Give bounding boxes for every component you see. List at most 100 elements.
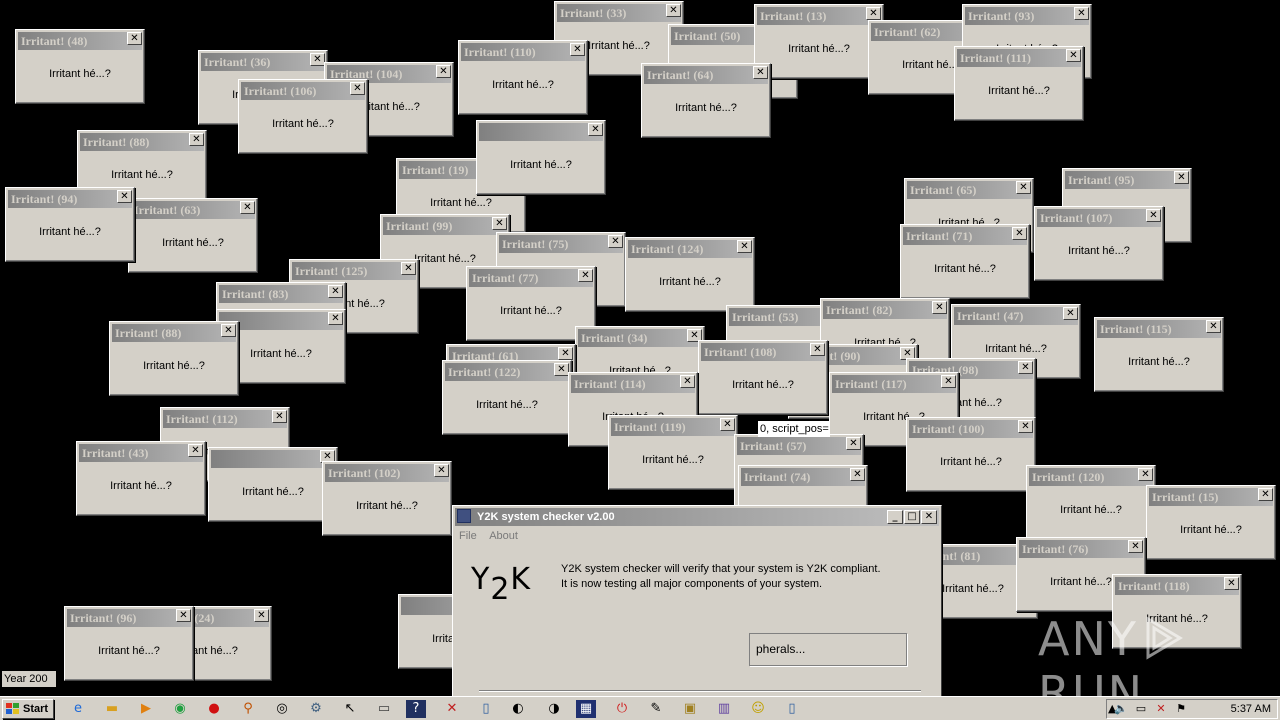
close-icon[interactable]: ✕ (1018, 361, 1033, 374)
doc-icon[interactable]: ▯ (476, 700, 496, 718)
close-icon[interactable]: ✕ (921, 510, 937, 524)
close-icon[interactable]: ✕ (1206, 320, 1221, 333)
close-icon[interactable]: ✕ (608, 235, 623, 248)
close-icon[interactable]: ✕ (680, 375, 695, 388)
edit-icon[interactable]: ✎ (646, 700, 666, 718)
close-icon[interactable]: ✕ (434, 464, 449, 477)
popup-title[interactable]: Irritant! (88) (112, 324, 236, 342)
irritant-popup[interactable]: Irritant! (71) ✕ Irritant hé...? (900, 224, 1030, 299)
irritant-popup[interactable]: Irritant! (48) ✕ Irritant hé...? (15, 29, 145, 104)
close-icon[interactable]: ✕ (1063, 307, 1078, 320)
close-icon[interactable]: ✕ (189, 133, 204, 146)
irritant-popup[interactable]: Irritant! (13) ✕ Irritant hé...? (754, 4, 884, 79)
popup-title[interactable]: Irritant! (112) (163, 410, 287, 428)
close-icon[interactable]: ✕ (1258, 488, 1273, 501)
close-icon[interactable]: ✕ (1146, 209, 1161, 222)
popup-title[interactable]: Irritant! (34) (578, 329, 702, 347)
popup-title[interactable]: Irritant! (33) (557, 4, 681, 22)
close-icon[interactable]: ✕ (176, 609, 191, 622)
close-icon[interactable]: ✕ (328, 312, 343, 325)
irritant-popup[interactable]: ✕Irritant hé...? (208, 447, 338, 522)
close-icon[interactable]: ✕ (558, 347, 573, 360)
popup-title[interactable]: Irritant! (120) (1029, 468, 1153, 486)
popup-title[interactable]: Irritant! (96) (67, 609, 191, 627)
moon-icon[interactable]: ◐ (508, 700, 528, 718)
close-icon[interactable]: ✕ (1138, 468, 1153, 481)
y2k-checker-window[interactable]: Y2K system checker v2.00 _ □ ✕ File Abou… (452, 505, 942, 696)
power-icon[interactable]: ⏻ (612, 700, 632, 718)
popup-title[interactable]: Irritant! (94) (8, 190, 132, 208)
irritant-popup[interactable]: Irritant! (88) ✕ Irritant hé...? (109, 321, 239, 396)
close-icon[interactable]: ✕ (850, 468, 865, 481)
irritant-popup[interactable]: Irritant! (107) ✕ Irritant hé...? (1034, 206, 1164, 281)
minimize-icon[interactable]: _ (887, 510, 903, 524)
close-icon[interactable]: ✕ (254, 609, 269, 622)
menu-file[interactable]: File (459, 530, 477, 542)
close-icon[interactable]: ✕ (310, 53, 325, 66)
close-icon[interactable]: ✕ (436, 65, 451, 78)
irritant-popup[interactable]: Irritant! (110) ✕ Irritant hé...? (458, 40, 588, 115)
close-icon[interactable]: ✕ (1012, 227, 1027, 240)
close-icon[interactable]: ✕ (328, 285, 343, 298)
gift-icon[interactable]: ▣ (680, 700, 700, 718)
popup-title[interactable]: Irritant! (63) (131, 201, 255, 219)
popup-title[interactable]: Irritant! (83) (219, 285, 343, 303)
tool-icon[interactable]: ⚙ (306, 700, 326, 718)
popup-title[interactable]: Irritant! (119) (611, 418, 735, 436)
close-icon[interactable]: ✕ (401, 262, 416, 275)
irritant-popup[interactable]: Irritant! (124) ✕ Irritant hé...? (625, 237, 755, 312)
close-icon[interactable]: ✕ (737, 240, 752, 253)
popup-title[interactable] (479, 123, 603, 141)
close-icon[interactable]: ✕ (1224, 577, 1239, 590)
close-icon[interactable]: ✕ (1018, 420, 1033, 433)
popup-title[interactable]: Irritant! (47) (954, 307, 1078, 325)
close-icon[interactable]: ✕ (1016, 181, 1031, 194)
flag-tray-icon[interactable]: ⚑ (1173, 701, 1189, 717)
computer-icon[interactable]: ▦ (576, 700, 596, 718)
moon2-icon[interactable]: ◑ (544, 700, 564, 718)
popup-title[interactable]: Irritant! (111) (957, 49, 1081, 67)
close-icon[interactable]: ✕ (932, 301, 947, 314)
irritant-popup[interactable]: Irritant! (122) ✕ Irritant hé...? (442, 360, 572, 435)
popup-title[interactable]: Irritant! (117) (832, 375, 956, 393)
smile-icon[interactable]: ☺ (748, 700, 768, 718)
irritant-popup[interactable]: Irritant! (120) ✕ Irritant hé...? (1026, 465, 1156, 540)
popup-title[interactable]: Irritant! (77) (469, 269, 593, 287)
close-icon[interactable]: ✕ (350, 82, 365, 95)
irritant-popup[interactable]: Irritant! (96) ✕ Irritant hé...? (64, 606, 194, 681)
irritant-popup[interactable]: Irritant! (119) ✕ Irritant hé...? (608, 415, 738, 490)
popup-title[interactable]: Irritant! (93) (965, 7, 1089, 25)
irritant-popup[interactable]: Irritant! (100) ✕ Irritant hé...? (906, 417, 1036, 492)
close-icon[interactable]: ✕ (554, 363, 569, 376)
irritant-popup[interactable]: Irritant! (108) ✕ Irritant hé...? (698, 340, 828, 415)
faq-icon[interactable]: ? (406, 700, 426, 718)
irritant-popup[interactable]: Irritant! (115) ✕ Irritant hé...? (1094, 317, 1224, 392)
window-title[interactable]: Y2K system checker v2.00 (455, 508, 939, 526)
search-icon[interactable]: ⚲ (238, 700, 258, 718)
irritant-popup[interactable]: Irritant! (106) ✕ Irritant hé...? (238, 79, 368, 154)
popup-title[interactable]: Irritant! (74) (741, 468, 865, 486)
maximize-icon[interactable]: □ (904, 510, 920, 524)
popup-title[interactable]: Irritant! (71) (903, 227, 1027, 245)
popup-title[interactable]: Irritant! (48) (18, 32, 142, 50)
folder-icon[interactable]: ▬ (102, 700, 122, 718)
popup-title[interactable]: Irritant! (13) (757, 7, 881, 25)
popup-title[interactable]: Irritant! (122) (445, 363, 569, 381)
popup-title[interactable]: Irritant! (100) (909, 420, 1033, 438)
close-icon[interactable]: ✕ (188, 444, 203, 457)
network-tray-icon[interactable]: ▭ (1133, 701, 1149, 717)
popup-title[interactable]: Irritant! (125) (292, 262, 416, 280)
popup-title[interactable]: Irritant! (107) (1037, 209, 1161, 227)
popup-title[interactable]: Irritant! (82) (823, 301, 947, 319)
close-icon[interactable]: ✕ (221, 324, 236, 337)
ie-icon[interactable]: e (68, 700, 88, 718)
popup-title[interactable]: Irritant! (88) (80, 133, 204, 151)
menu-about[interactable]: About (489, 530, 518, 542)
eye-icon[interactable]: ◎ (272, 700, 292, 718)
close-icon[interactable]: ✕ (866, 7, 881, 20)
book-icon[interactable]: ▥ (714, 700, 734, 718)
close-icon[interactable]: ✕ (1074, 7, 1089, 20)
popup-title[interactable] (211, 450, 335, 468)
media-icon[interactable]: ▶ (136, 700, 156, 718)
popup-title[interactable]: Irritant! (64) (644, 66, 768, 84)
